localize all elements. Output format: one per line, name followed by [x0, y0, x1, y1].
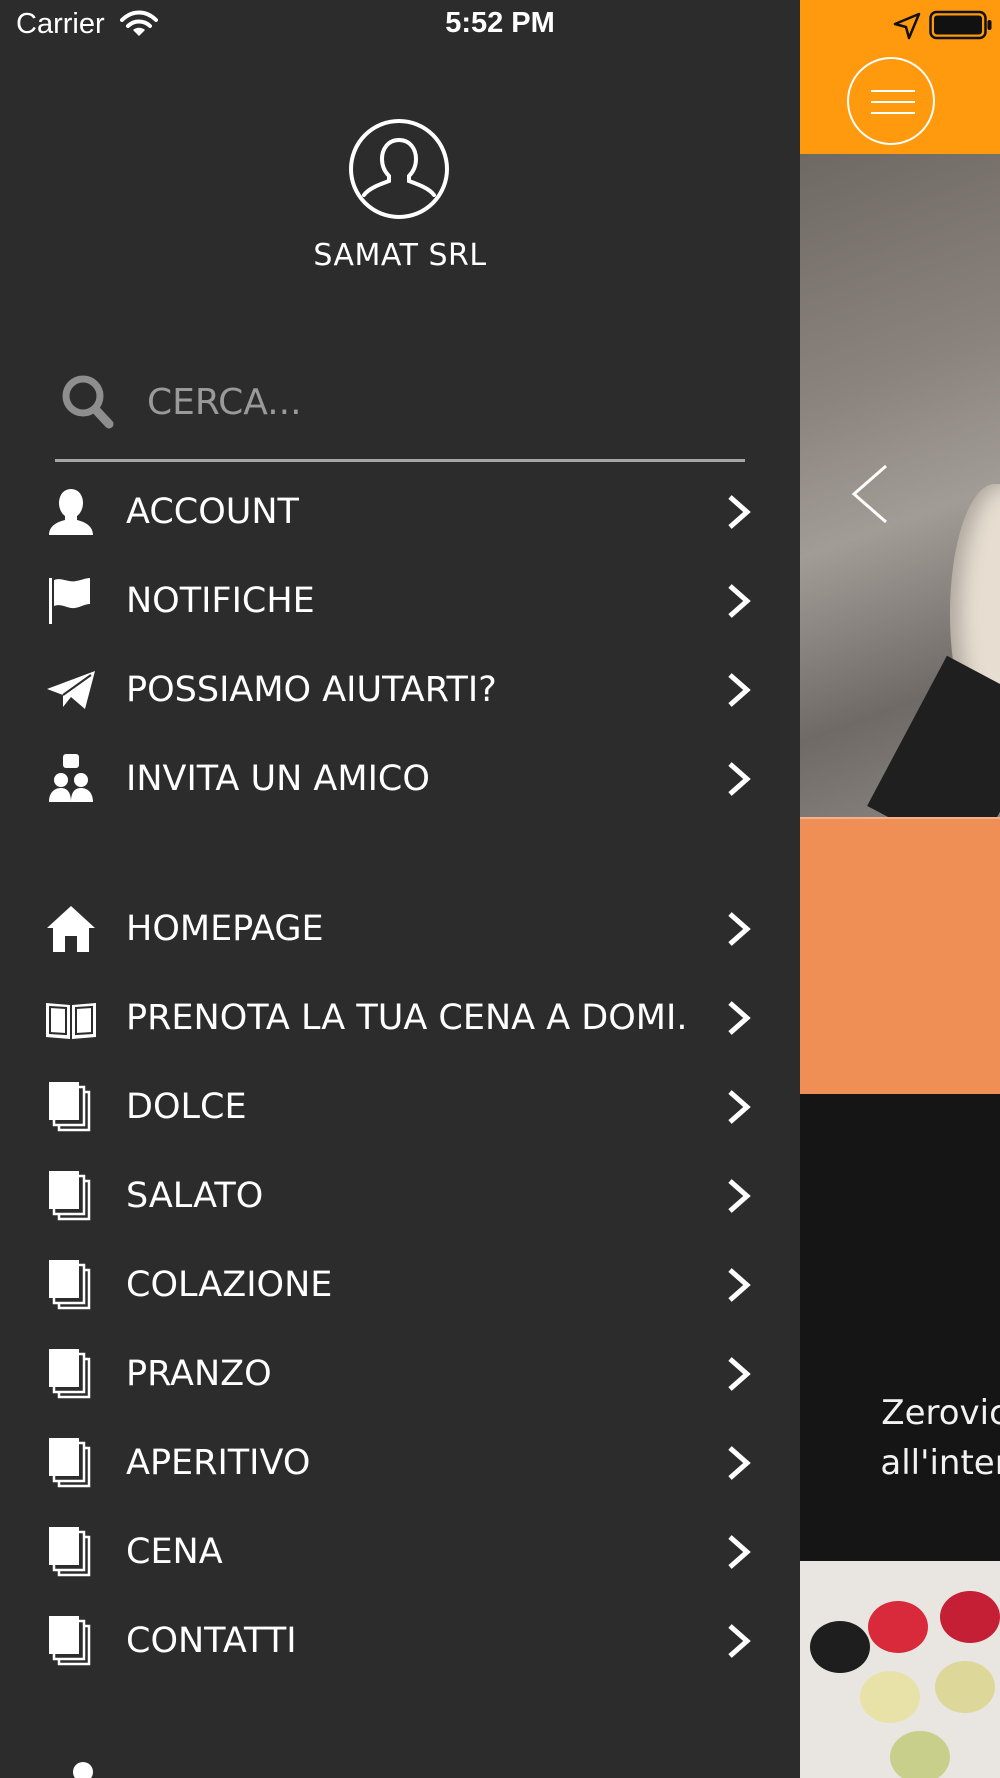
chevron-right-icon — [728, 1624, 751, 1658]
status-time: 5:52 PM — [445, 7, 555, 39]
pages-icon — [49, 1171, 91, 1221]
hamburger-icon — [871, 90, 915, 92]
pages-icon — [49, 1527, 91, 1577]
menu-item-label: SALATO — [126, 1176, 264, 1216]
search-input[interactable] — [147, 372, 727, 432]
menu-item-account[interactable]: ACCOUNT — [0, 467, 800, 556]
pastry-image — [800, 1561, 1000, 1778]
user-icon — [49, 489, 93, 535]
flag-icon — [49, 578, 90, 624]
menu-item-colazione[interactable]: COLAZIONE — [0, 1240, 800, 1329]
chevron-right-icon — [728, 495, 751, 529]
menu-item-label: CENA — [126, 1532, 223, 1572]
pages-icon — [49, 1438, 91, 1488]
user-outline-icon[interactable] — [348, 118, 450, 220]
chevron-right-icon — [728, 1179, 751, 1213]
menu-item-salato[interactable]: SALATO — [0, 1151, 800, 1240]
invite-friend-icon — [49, 754, 93, 802]
chevron-right-icon — [728, 1090, 751, 1124]
pages-icon — [49, 1260, 91, 1310]
pages-icon — [49, 1616, 91, 1666]
profile-name: SAMAT SRL — [313, 238, 487, 273]
menu-item-label: DOLCE — [126, 1087, 247, 1127]
chevron-left-icon[interactable] — [842, 454, 902, 534]
user-icon[interactable] — [68, 1760, 98, 1778]
chevron-right-icon — [728, 1535, 751, 1569]
promo-text: Zerovice all'intern — [880, 1393, 1000, 1483]
orange-banner — [800, 817, 1000, 1094]
chevron-right-icon — [728, 912, 751, 946]
search-bar[interactable] — [55, 352, 745, 462]
open-book-icon — [46, 1003, 96, 1039]
location-arrow-icon — [893, 12, 921, 40]
menu-toggle-button[interactable] — [847, 57, 935, 145]
chevron-right-icon — [728, 762, 751, 796]
status-bar: Carrier 5:52 PM — [0, 0, 1000, 50]
menu-item-aperitivo[interactable]: APERITIVO — [0, 1418, 800, 1507]
menu-item-label: INVITA UN AMICO — [126, 759, 430, 799]
app-content-preview[interactable]: Zerovice all'intern — [800, 0, 1000, 1778]
chevron-right-icon — [728, 1268, 751, 1302]
menu-item-label: NOTIFICHE — [126, 581, 315, 621]
menu-item-label: PRENOTA LA TUA CENA A DOMI... — [126, 998, 686, 1038]
menu-item-prenota[interactable]: PRENOTA LA TUA CENA A DOMI... — [0, 973, 800, 1062]
menu-item-label: CONTATTI — [126, 1621, 297, 1661]
menu-item-label: PRANZO — [126, 1354, 272, 1394]
paper-plane-icon — [47, 671, 95, 709]
home-icon — [47, 906, 95, 952]
menu-item-contatti[interactable]: CONTATTI — [0, 1596, 800, 1685]
menu-item-pranzo[interactable]: PRANZO — [0, 1329, 800, 1418]
chevron-right-icon — [728, 1001, 751, 1035]
menu-item-possiamo-aiutarti[interactable]: POSSIAMO AIUTARTI? — [0, 645, 800, 734]
chevron-right-icon — [728, 673, 751, 707]
menu-item-label: COLAZIONE — [126, 1265, 333, 1305]
dark-banner: Zerovice all'intern — [800, 1094, 1000, 1561]
side-drawer: SAMAT SRL ACCOUNT NOTIFICHE POSSIAMO AIU… — [0, 0, 800, 1778]
menu-item-cena[interactable]: CENA — [0, 1507, 800, 1596]
chevron-right-icon — [728, 584, 751, 618]
menu-item-label: HOMEPAGE — [126, 909, 324, 949]
hero-slider-image — [800, 154, 1000, 863]
pages-icon — [49, 1349, 91, 1399]
hamburger-icon — [871, 112, 915, 114]
chevron-right-icon — [728, 1446, 751, 1480]
chevron-right-icon — [728, 1357, 751, 1391]
menu-item-label: APERITIVO — [126, 1443, 311, 1483]
menu-item-dolce[interactable]: DOLCE — [0, 1062, 800, 1151]
search-icon — [62, 375, 114, 429]
pages-icon — [49, 1082, 91, 1132]
menu-item-notifiche[interactable]: NOTIFICHE — [0, 556, 800, 645]
menu-item-invita-un-amico[interactable]: INVITA UN AMICO — [0, 734, 800, 823]
menu-item-label: ACCOUNT — [126, 492, 299, 532]
battery-icon — [929, 10, 992, 40]
menu-item-homepage[interactable]: HOMEPAGE — [0, 884, 800, 973]
hamburger-icon — [871, 101, 915, 103]
menu-item-label: POSSIAMO AIUTARTI? — [126, 670, 497, 710]
